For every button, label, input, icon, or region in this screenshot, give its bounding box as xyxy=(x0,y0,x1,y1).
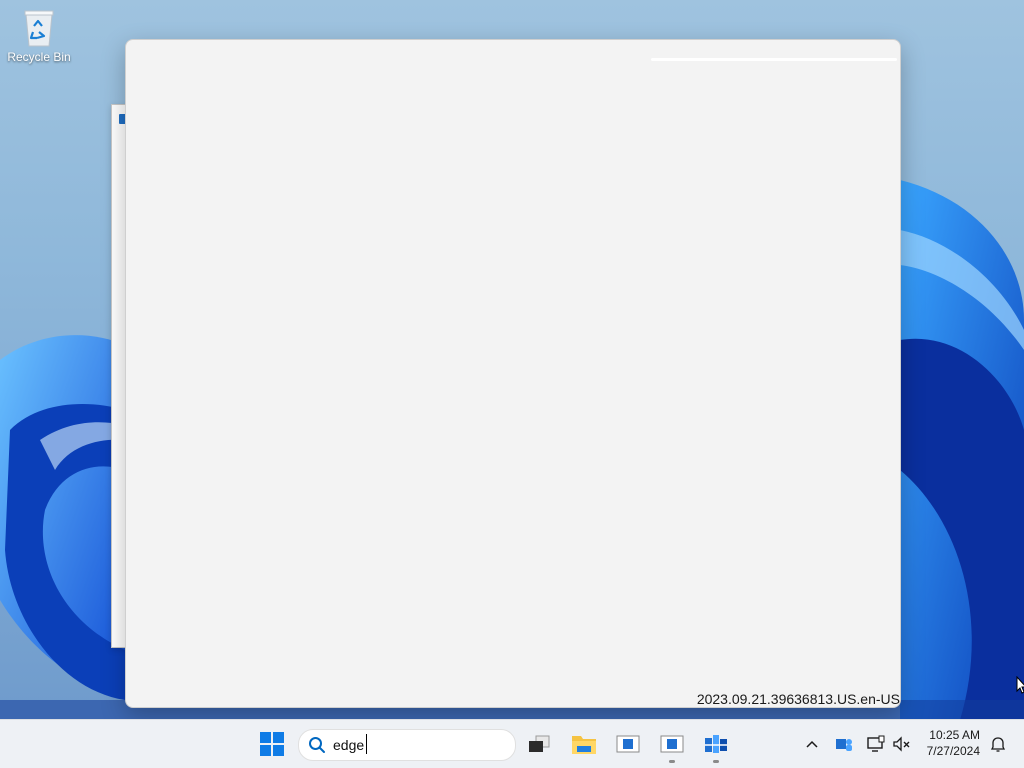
taskbar-app-file-explorer[interactable] xyxy=(568,728,600,760)
clock-time: 10:25 AM xyxy=(929,728,980,742)
tray-volume[interactable] xyxy=(888,728,916,760)
start-button[interactable] xyxy=(256,728,288,760)
taskbar-app-task-view[interactable] xyxy=(523,728,555,760)
search-flyout-window[interactable]: 2023.09.21.39636813.US.en-US xyxy=(125,39,901,708)
running-indicator xyxy=(713,760,719,763)
recycle-bin-icon xyxy=(24,10,54,47)
clock[interactable]: 10:25 AM 7/27/2024 xyxy=(927,727,980,759)
volume-muted-icon xyxy=(893,736,910,752)
clock-date: 7/27/2024 xyxy=(926,744,980,758)
show-hidden-icons-button[interactable] xyxy=(797,728,827,760)
build-version-text: 2023.09.21.39636813.US.en-US xyxy=(696,691,900,707)
taskbar-app-window-active[interactable] xyxy=(656,728,688,763)
desktop-icon-label: Recycle Bin xyxy=(7,50,71,64)
mouse-cursor xyxy=(1016,676,1024,694)
app-window-icon xyxy=(616,735,640,753)
windows-start-icon xyxy=(260,732,284,756)
network-icon xyxy=(867,735,885,752)
taskbar: 10:25 AM 7/27/2024 xyxy=(0,719,1024,768)
text-caret xyxy=(366,734,367,754)
loading-progress-bar xyxy=(651,58,897,61)
notification-center-button[interactable] xyxy=(984,728,1012,760)
desktop: Recycle Bin 2023.09.21.39636813.US.en-US xyxy=(0,0,1024,720)
taskbar-app-azure-data-studio[interactable] xyxy=(700,728,732,763)
teams-icon xyxy=(836,739,852,751)
taskbar-app-window[interactable] xyxy=(612,728,644,760)
chevron-up-icon xyxy=(806,740,818,748)
task-view-icon xyxy=(529,735,550,752)
search-icon xyxy=(309,737,325,753)
file-explorer-icon xyxy=(572,736,596,754)
tray-teams[interactable] xyxy=(830,728,858,760)
notification-icon xyxy=(990,737,1006,752)
desktop-icon-recycle-bin[interactable]: Recycle Bin xyxy=(4,8,74,64)
azure-data-studio-icon xyxy=(705,735,727,753)
search-input[interactable] xyxy=(333,735,503,755)
tray-network[interactable] xyxy=(862,728,890,760)
app-window-active-icon xyxy=(660,735,684,753)
taskbar-search-box[interactable] xyxy=(298,729,516,761)
running-indicator xyxy=(669,760,675,763)
